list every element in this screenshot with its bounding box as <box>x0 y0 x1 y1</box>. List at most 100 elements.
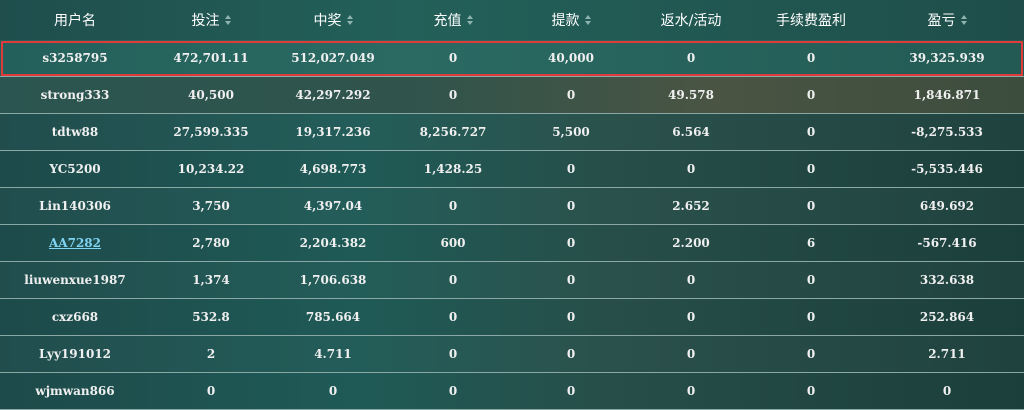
cell-deposit: 0 <box>448 347 458 361</box>
table-row[interactable]: wjmwan866 0 0 0 0 0 0 0 <box>0 373 1024 410</box>
table-row[interactable]: cxz668 532.8 785.664 0 0 0 0 252.864 <box>0 299 1024 336</box>
cell-deposit: 0 <box>448 273 458 287</box>
cell-username: strong333 <box>40 88 110 102</box>
col-header-username: 用户名 <box>54 13 96 29</box>
cell-pnl: 1,846.871 <box>913 88 981 102</box>
cell-rebate: 0 <box>686 310 696 324</box>
cell-username: Lin140306 <box>39 199 111 213</box>
table-row[interactable]: tdtw88 27,599.335 19,317.236 8,256.727 5… <box>0 114 1024 151</box>
cell-fee: 6 <box>806 236 816 250</box>
cell-bet: 0 <box>206 384 216 398</box>
cell-pnl: -567.416 <box>917 236 977 250</box>
cell-withdraw: 0 <box>566 236 576 250</box>
col-header-rebate: 返水/活动 <box>660 13 722 29</box>
cell-rebate: 0 <box>686 51 696 65</box>
report-table: 用户名 投注 中奖 充值 提款 返水/活动 手续费盈利 盈亏 s3258795 … <box>0 0 1024 410</box>
col-header-deposit[interactable]: 充值 <box>394 0 512 40</box>
cell-withdraw: 0 <box>566 162 576 176</box>
cell-fee: 0 <box>806 51 816 65</box>
cell-win: 0 <box>328 384 338 398</box>
sort-icon[interactable] <box>466 15 473 25</box>
table-row[interactable]: Lyy191012 2 4.711 0 0 0 0 2.711 <box>0 336 1024 373</box>
cell-pnl: 252.864 <box>919 310 975 324</box>
cell-fee: 0 <box>806 273 816 287</box>
table-row[interactable]: s3258795 472,701.11 512,027.049 0 40,000… <box>0 40 1024 77</box>
cell-deposit: 0 <box>448 51 458 65</box>
cell-pnl: 2.711 <box>928 347 966 361</box>
cell-bet: 40,500 <box>188 88 234 102</box>
cell-win: 4.711 <box>314 347 352 361</box>
sort-icon[interactable] <box>346 15 353 25</box>
cell-pnl: 0 <box>942 384 952 398</box>
cell-pnl: 39,325.939 <box>909 51 985 65</box>
table-header: 用户名 投注 中奖 充值 提款 返水/活动 手续费盈利 盈亏 <box>0 0 1024 40</box>
cell-username: Lyy191012 <box>38 347 112 361</box>
col-header-win[interactable]: 中奖 <box>272 0 394 40</box>
cell-pnl: -5,535.446 <box>911 162 983 176</box>
cell-username: YC5200 <box>49 162 101 176</box>
cell-withdraw: 40,000 <box>548 51 594 65</box>
cell-username: AA7282 <box>0 225 150 261</box>
cell-rebate: 2.652 <box>672 199 710 213</box>
cell-deposit: 600 <box>440 236 466 250</box>
cell-withdraw: 0 <box>566 347 576 361</box>
cell-win: 1,706.638 <box>299 273 367 287</box>
cell-win: 4,698.773 <box>299 162 367 176</box>
cell-deposit: 1,428.25 <box>423 162 483 176</box>
cell-pnl: -8,275.533 <box>911 125 983 139</box>
table-row[interactable]: strong333 40,500 42,297.292 0 0 49.578 0… <box>0 77 1024 114</box>
cell-deposit: 0 <box>448 199 458 213</box>
cell-fee: 0 <box>806 199 816 213</box>
cell-win: 512,027.049 <box>291 51 375 65</box>
col-header-fee: 手续费盈利 <box>776 13 846 29</box>
cell-fee: 0 <box>806 384 816 398</box>
cell-fee: 0 <box>806 88 816 102</box>
username-link[interactable]: AA7282 <box>49 236 101 250</box>
sort-icon[interactable] <box>584 15 591 25</box>
table-row[interactable]: Lin140306 3,750 4,397.04 0 0 2.652 0 649… <box>0 188 1024 225</box>
cell-fee: 0 <box>806 162 816 176</box>
cell-bet: 2,780 <box>192 236 230 250</box>
cell-username: liuwenxue1987 <box>24 273 126 287</box>
cell-pnl: 332.638 <box>919 273 975 287</box>
cell-username: wjmwan866 <box>35 384 115 398</box>
cell-win: 42,297.292 <box>295 88 371 102</box>
cell-fee: 0 <box>806 310 816 324</box>
cell-fee: 0 <box>806 125 816 139</box>
cell-rebate: 2.200 <box>672 236 710 250</box>
cell-bet: 27,599.335 <box>173 125 249 139</box>
cell-win: 785.664 <box>305 310 361 324</box>
col-header-bet[interactable]: 投注 <box>150 0 272 40</box>
cell-win: 4,397.04 <box>303 199 363 213</box>
table-body: s3258795 472,701.11 512,027.049 0 40,000… <box>0 40 1024 410</box>
cell-rebate: 0 <box>686 273 696 287</box>
cell-rebate: 6.564 <box>672 125 710 139</box>
col-header-withdraw[interactable]: 提款 <box>512 0 630 40</box>
cell-pnl: 649.692 <box>919 199 975 213</box>
cell-withdraw: 0 <box>566 310 576 324</box>
cell-withdraw: 0 <box>566 273 576 287</box>
cell-rebate: 49.578 <box>668 88 714 102</box>
cell-username: cxz668 <box>51 310 99 324</box>
cell-deposit: 0 <box>448 384 458 398</box>
cell-withdraw: 0 <box>566 88 576 102</box>
table-row[interactable]: liuwenxue1987 1,374 1,706.638 0 0 0 0 33… <box>0 262 1024 299</box>
table-row[interactable]: AA7282 2,780 2,204.382 600 0 2.200 6 -56… <box>0 225 1024 262</box>
cell-fee: 0 <box>806 347 816 361</box>
cell-bet: 1,374 <box>192 273 230 287</box>
cell-withdraw: 5,500 <box>552 125 590 139</box>
cell-deposit: 0 <box>448 310 458 324</box>
table-row[interactable]: YC5200 10,234.22 4,698.773 1,428.25 0 0 … <box>0 151 1024 188</box>
cell-username: tdtw88 <box>51 125 99 139</box>
sort-icon[interactable] <box>224 15 231 25</box>
col-header-pnl[interactable]: 盈亏 <box>870 0 1024 40</box>
cell-withdraw: 0 <box>566 384 576 398</box>
cell-deposit: 0 <box>448 88 458 102</box>
cell-bet: 2 <box>206 347 216 361</box>
cell-bet: 10,234.22 <box>177 162 245 176</box>
cell-rebate: 0 <box>686 384 696 398</box>
sort-icon[interactable] <box>960 15 967 25</box>
cell-username: s3258795 <box>42 51 108 65</box>
cell-win: 19,317.236 <box>295 125 371 139</box>
cell-deposit: 8,256.727 <box>419 125 487 139</box>
